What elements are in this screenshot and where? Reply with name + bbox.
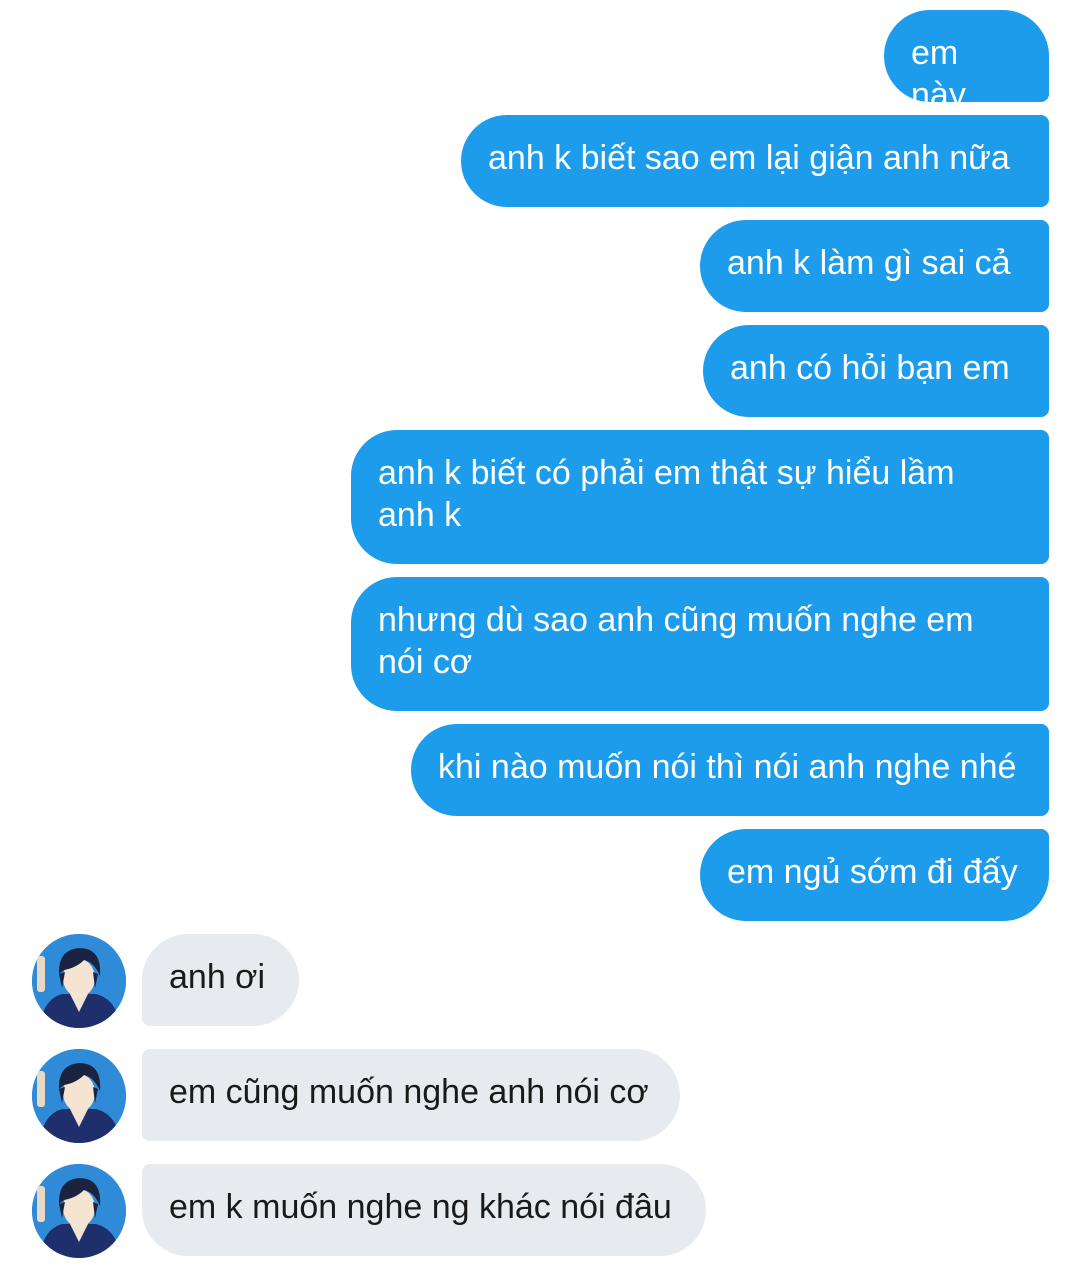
avatar-image: [32, 1049, 126, 1143]
outgoing-message[interactable]: anh có hỏi bạn em: [703, 325, 1049, 417]
user-avatar-icon[interactable]: [32, 934, 126, 1028]
outgoing-message[interactable]: anh k làm gì sai cả: [700, 220, 1049, 312]
user-avatar-icon[interactable]: [32, 1164, 126, 1258]
avatar-image: [32, 934, 126, 1028]
outgoing-message[interactable]: em ngủ sớm đi đấy: [700, 829, 1049, 921]
outgoing-message[interactable]: anh k biết sao em lại giận anh nữa: [461, 115, 1049, 207]
outgoing-message[interactable]: nhưng dù sao anh cũng muốn nghe em nói c…: [351, 577, 1049, 711]
incoming-message[interactable]: em k muốn nghe ng khác nói đâu: [142, 1164, 706, 1256]
avatar-image: [32, 1164, 126, 1258]
incoming-message[interactable]: em cũng muốn nghe anh nói cơ: [142, 1049, 680, 1141]
outgoing-message[interactable]: em này: [884, 10, 1049, 114]
user-avatar-icon[interactable]: [32, 1049, 126, 1143]
incoming-message[interactable]: anh ơi: [142, 934, 299, 1026]
message-thread: em này anh k biết sao em lại giận anh nữ…: [0, 0, 1080, 1279]
outgoing-message[interactable]: anh k biết có phải em thật sự hiểu lầm a…: [351, 430, 1049, 564]
outgoing-message[interactable]: khi nào muốn nói thì nói anh nghe nhé: [411, 724, 1049, 816]
